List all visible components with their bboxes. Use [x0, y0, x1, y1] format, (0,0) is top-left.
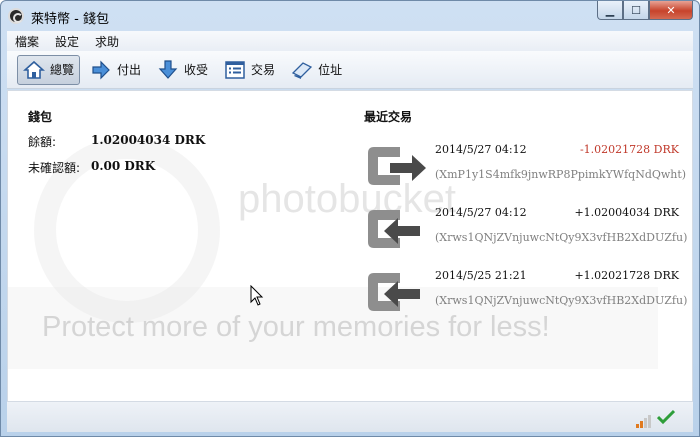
send-arrow-icon: [90, 59, 112, 81]
home-icon: [23, 59, 45, 81]
toolbar-overview-label: 總覽: [50, 63, 75, 77]
window-controls: ▁ ☐ ✕: [597, 1, 693, 21]
toolbar-send-label: 付出: [117, 63, 142, 77]
toolbar-transactions-label: 交易: [251, 63, 276, 77]
transaction-address: (XmP1y1S4mfk9jnwRP8PpimkYWfqNdQwht): [435, 168, 687, 181]
menu-bar: 檔案 設定 求助: [7, 31, 693, 51]
menu-settings[interactable]: 設定: [47, 33, 87, 50]
transaction-address: (Xrws1QNjZVnjuwcNtQy9X3vfHB2XdDUZfu): [435, 231, 688, 244]
title-bar[interactable]: 萊特幣 - 錢包 ▁ ☐ ✕: [1, 1, 699, 31]
close-icon: ✕: [666, 3, 676, 17]
transaction-item[interactable]: 2014/5/27 04:12 +1.02004034 DRK (Xrws1QN…: [364, 202, 687, 264]
status-bar: [7, 402, 693, 432]
transaction-date: 2014/5/25 21:21: [435, 269, 527, 282]
balance-value: 1.02004034 DRK: [91, 133, 206, 147]
toolbar-receive-button[interactable]: 收受: [151, 55, 214, 85]
unconfirmed-label: 未確認額:: [28, 161, 81, 175]
menu-file[interactable]: 檔案: [7, 33, 47, 50]
minimize-button[interactable]: ▁: [597, 1, 623, 20]
maximize-icon: ☐: [631, 3, 641, 17]
wallet-heading: 錢包: [28, 110, 53, 124]
recent-transactions-heading: 最近交易: [364, 110, 413, 124]
transaction-date: 2014/5/27 04:12: [435, 143, 527, 156]
network-signal-icon[interactable]: [636, 414, 651, 428]
transaction-amount: +1.02021728 DRK: [574, 269, 679, 282]
minimize-icon: ▁: [605, 3, 615, 17]
overview-panel: photobucket Protect more of your memorie…: [7, 90, 693, 402]
toolbar-receive-label: 收受: [184, 63, 209, 77]
mouse-cursor-icon: [250, 284, 264, 310]
menu-help[interactable]: 求助: [87, 33, 127, 50]
maximize-button[interactable]: ☐: [623, 1, 649, 20]
incoming-transaction-icon: [364, 267, 432, 317]
transactions-list-icon: [224, 59, 246, 81]
incoming-transaction-icon: [364, 204, 432, 254]
toolbar-transactions-button[interactable]: 交易: [218, 55, 281, 85]
transaction-item[interactable]: 2014/5/27 04:12 -1.02021728 DRK (XmP1y1S…: [364, 139, 686, 201]
balance-label: 餘額:: [28, 135, 57, 149]
app-logo-icon: [8, 8, 24, 24]
app-window: 萊特幣 - 錢包 ▁ ☐ ✕ 檔案 設定 求助 總覽 付出 收受 交易 位址 p…: [0, 0, 700, 437]
unconfirmed-value: 0.00 DRK: [91, 159, 156, 173]
toolbar-send-button[interactable]: 付出: [84, 55, 147, 85]
toolbar-addresses-label: 位址: [318, 63, 343, 77]
window-title: 萊特幣 - 錢包: [31, 12, 109, 27]
address-book-icon: [291, 59, 313, 81]
outgoing-transaction-icon: [364, 141, 432, 191]
toolbar: 總覽 付出 收受 交易 位址: [7, 51, 693, 89]
status-icons: [636, 409, 676, 428]
transaction-item[interactable]: 2014/5/25 21:21 +1.02021728 DRK (Xrws1QN…: [364, 265, 687, 327]
transaction-amount: -1.02021728 DRK: [579, 143, 679, 156]
transaction-address: (Xrws1QNjZVnjuwcNtQy9X3vfHB2XdDUZfu): [435, 294, 688, 307]
receive-arrow-icon: [157, 59, 179, 81]
toolbar-addresses-button[interactable]: 位址: [285, 55, 348, 85]
synced-checkmark-icon[interactable]: [656, 409, 676, 428]
toolbar-overview-button[interactable]: 總覽: [17, 54, 81, 85]
transaction-date: 2014/5/27 04:12: [435, 206, 527, 219]
transaction-amount: +1.02004034 DRK: [574, 206, 679, 219]
close-button[interactable]: ✕: [649, 1, 693, 20]
